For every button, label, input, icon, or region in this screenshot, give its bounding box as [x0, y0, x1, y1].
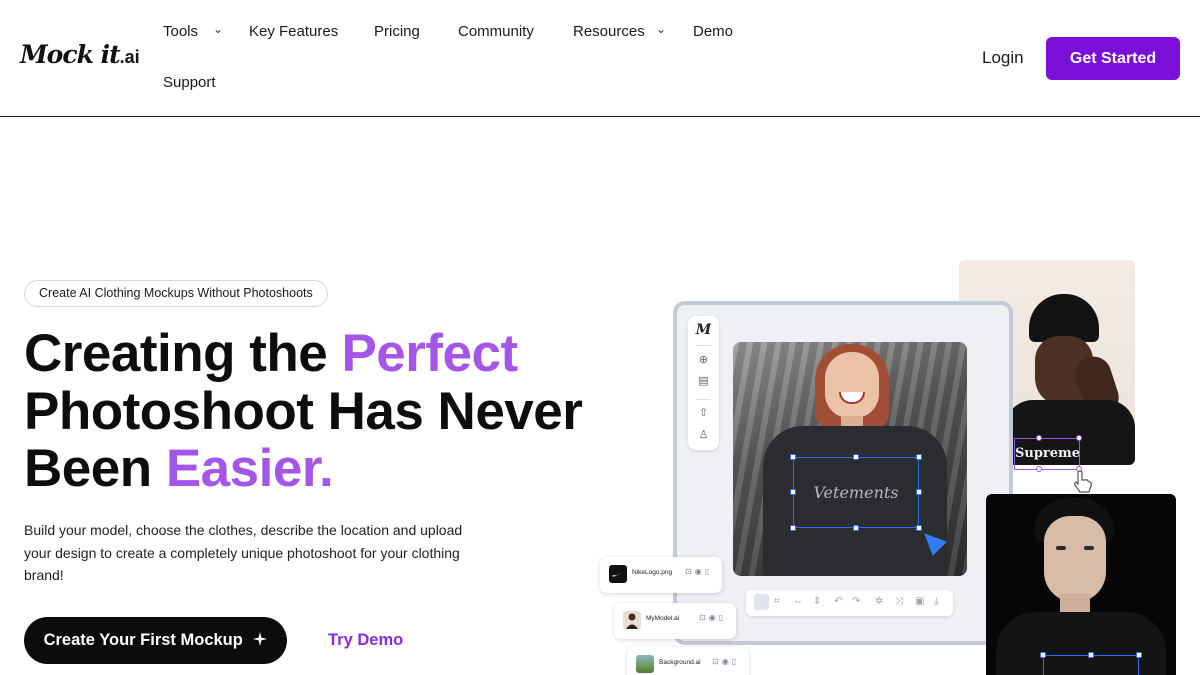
- trash-icon[interactable]: ▯: [732, 657, 739, 666]
- selection-box-blue[interactable]: [793, 457, 919, 528]
- headline-line2: Photoshoot Has Never: [24, 381, 583, 441]
- resize-handle[interactable]: [790, 525, 796, 531]
- select-tool-icon[interactable]: [754, 594, 769, 610]
- upload-icon[interactable]: ⇧: [688, 406, 719, 419]
- tshirt-icon[interactable]: ♙: [688, 428, 719, 441]
- shuffle-icon[interactable]: ⤨: [895, 596, 903, 607]
- model-eye: [1084, 546, 1094, 550]
- resize-handle[interactable]: [1040, 652, 1046, 658]
- resize-handle[interactable]: [1136, 652, 1142, 658]
- toolbar-divider: [696, 345, 711, 346]
- crop-icon[interactable]: ⌗: [774, 596, 780, 607]
- logo-wordmark: Mock it: [20, 40, 121, 69]
- resize-handle[interactable]: [790, 454, 796, 460]
- toolbar-divider: [696, 399, 711, 400]
- headline-line1: Creating the: [24, 324, 342, 383]
- layers-icon[interactable]: ▤: [688, 374, 719, 387]
- model-face: [1044, 516, 1106, 602]
- selection-box-purple[interactable]: [1014, 438, 1080, 470]
- model-photo-closeup: [986, 494, 1176, 675]
- chevron-down-icon[interactable]: ⌄: [213, 22, 223, 36]
- layer-item[interactable]: MyModel.ai ⊡◉▯: [614, 603, 736, 639]
- nav-tools[interactable]: Tools: [163, 23, 198, 40]
- save-icon[interactable]: ▣: [915, 596, 924, 607]
- trash-icon[interactable]: ▯: [705, 567, 712, 576]
- nav-support[interactable]: Support: [163, 74, 216, 91]
- nav-resources[interactable]: Resources: [573, 23, 645, 40]
- swoosh-icon: [609, 565, 627, 583]
- headline-accent-perfect: Perfect: [341, 324, 518, 383]
- resize-handle[interactable]: [916, 489, 922, 495]
- eye-icon[interactable]: ◉: [695, 567, 705, 576]
- layer-actions[interactable]: ⊡◉▯: [712, 657, 739, 666]
- selection-box-blue[interactable]: [1043, 655, 1139, 675]
- magic-icon[interactable]: ✲: [875, 596, 883, 607]
- layer-item[interactable]: NikeLogo.png ⊡◉▯: [600, 557, 722, 593]
- layer-actions[interactable]: ⊡◉▯: [685, 567, 712, 576]
- redo-icon[interactable]: ↷: [852, 596, 860, 607]
- lock-icon[interactable]: ⊡: [712, 657, 722, 666]
- nav-key-features[interactable]: Key Features: [249, 23, 338, 40]
- lock-icon[interactable]: ⊡: [699, 613, 709, 622]
- flip-vertical-icon[interactable]: ⇕: [813, 596, 821, 607]
- resize-handle[interactable]: [1088, 652, 1094, 658]
- trash-icon[interactable]: ▯: [719, 613, 726, 622]
- try-demo-link[interactable]: Try Demo: [328, 631, 403, 650]
- nav-demo[interactable]: Demo: [693, 23, 733, 40]
- hero-tagline-pill: Create AI Clothing Mockups Without Photo…: [24, 280, 328, 307]
- mockit-logo[interactable]: Mock it.ai: [20, 40, 140, 69]
- resize-handle[interactable]: [853, 525, 859, 531]
- nav-community[interactable]: Community: [458, 23, 534, 40]
- landscape-icon: [636, 655, 654, 673]
- chevron-down-icon[interactable]: ⌄: [656, 22, 666, 36]
- hand-pointer-icon: [1074, 470, 1092, 493]
- resize-handle[interactable]: [916, 525, 922, 531]
- nav-pricing[interactable]: Pricing: [374, 23, 420, 40]
- editor-vertical-toolbar: M ⊕ ▤ ⇧ ♙: [688, 316, 719, 450]
- headline-accent-easier: Easier.: [165, 439, 334, 498]
- resize-handle[interactable]: [1076, 435, 1082, 441]
- create-first-mockup-button[interactable]: Create Your First Mockup: [24, 617, 287, 664]
- resize-handle[interactable]: [1036, 466, 1042, 472]
- resize-handle[interactable]: [853, 454, 859, 460]
- beanie-shape: [1029, 294, 1099, 342]
- undo-icon[interactable]: ↶: [834, 596, 842, 607]
- add-icon[interactable]: ⊕: [688, 353, 719, 366]
- hero-headline: Creating the Perfect Photoshoot Has Neve…: [24, 324, 583, 498]
- lock-icon[interactable]: ⊡: [685, 567, 695, 576]
- layer-name: NikeLogo.png: [632, 569, 673, 576]
- flip-horizontal-icon[interactable]: ⇔: [793, 596, 803, 607]
- layer-name: MyModel.ai: [646, 615, 680, 622]
- layer-actions[interactable]: ⊡◉▯: [699, 613, 726, 622]
- editor-horizontal-toolbar: ⌗ ⇔ ⇕ ↶ ↷ ✲ ⤨ ▣ ⤓: [746, 590, 953, 616]
- logo-suffix: .ai: [119, 47, 140, 67]
- resize-handle[interactable]: [916, 454, 922, 460]
- resize-handle[interactable]: [790, 489, 796, 495]
- eye-icon[interactable]: ◉: [722, 657, 732, 666]
- sparkle-icon: [253, 632, 268, 646]
- top-navbar: Mock it.ai Tools ⌄ Key Features Pricing …: [0, 0, 1200, 117]
- hero-subtext: Build your model, choose the clothes, de…: [24, 522, 463, 583]
- cta-primary-label: Create Your First Mockup: [43, 631, 243, 649]
- get-started-button[interactable]: Get Started: [1046, 37, 1180, 80]
- headline-line3: Been: [24, 439, 166, 498]
- toolbar-logo[interactable]: M: [688, 322, 719, 338]
- model-eye: [1056, 546, 1066, 550]
- resize-handle[interactable]: [1036, 435, 1042, 441]
- model-face: [825, 352, 879, 418]
- download-icon[interactable]: ⤓: [934, 596, 938, 607]
- layer-name: Background.ai: [659, 659, 701, 666]
- login-link[interactable]: Login: [982, 48, 1024, 68]
- model-icon: [623, 611, 641, 629]
- eye-icon[interactable]: ◉: [709, 613, 719, 622]
- layer-item[interactable]: Background.ai ⊡◉▯: [627, 647, 749, 675]
